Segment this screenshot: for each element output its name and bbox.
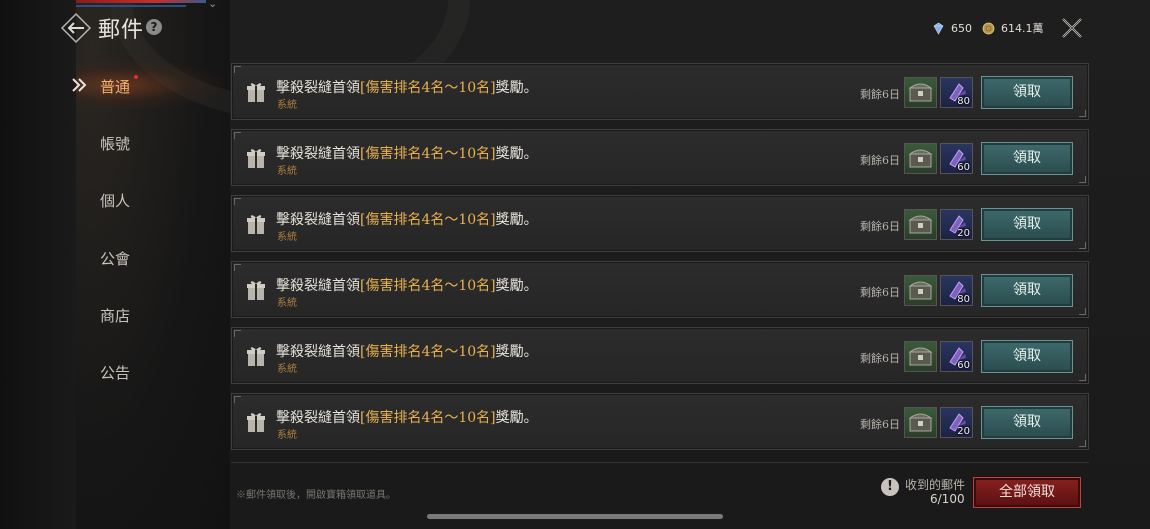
chevron-down-icon[interactable]: ⌄ bbox=[208, 0, 222, 10]
mail-title: 擊殺裂縫首領[傷害排名4名～10名]獎勵。 bbox=[276, 344, 538, 360]
mail-sender: 系統 bbox=[277, 364, 297, 375]
mail-remaining-time: 剩餘6日 bbox=[860, 220, 900, 233]
gift-icon bbox=[247, 149, 265, 168]
gift-icon bbox=[247, 83, 265, 102]
claim-all-button[interactable]: 全部領取 bbox=[973, 477, 1081, 508]
gift-icon bbox=[247, 215, 265, 234]
treasure-chest-icon[interactable] bbox=[904, 341, 937, 372]
crystal-icon[interactable]: 60 bbox=[940, 143, 973, 174]
received-mail-count: 6/100 bbox=[930, 492, 965, 506]
mail-item[interactable]: 擊殺裂縫首領[傷害排名4名～10名]獎勵。 系統 剩餘6日 80 領取 bbox=[231, 63, 1089, 120]
mail-item[interactable]: 擊殺裂縫首領[傷害排名4名～10名]獎勵。 系統 剩餘6日 60 領取 bbox=[231, 327, 1089, 384]
crystal-icon[interactable]: 20 bbox=[940, 407, 973, 438]
sidebar-item-label: 個人 bbox=[100, 192, 131, 210]
mail-item[interactable]: 擊殺裂縫首領[傷害排名4名～10名]獎勵。 系統 剩餘6日 20 領取 bbox=[231, 393, 1089, 450]
sidebar-item-label: 普通 bbox=[100, 78, 131, 96]
footer-note: ※郵件領取後，開啟寶箱領取道具。 bbox=[236, 490, 396, 501]
mp-bar bbox=[76, 5, 186, 7]
reward-quantity: 80 bbox=[957, 294, 970, 305]
page-title: 郵件 bbox=[98, 18, 145, 43]
reward-quantity: 80 bbox=[957, 96, 970, 107]
reward-quantity: 20 bbox=[957, 426, 970, 437]
sidebar-item-label: 公告 bbox=[100, 364, 131, 382]
sidebar-item-account[interactable]: 帳號 bbox=[76, 117, 226, 167]
claim-button[interactable]: 領取 bbox=[981, 274, 1073, 307]
diamond-currency: 650 bbox=[932, 20, 972, 36]
crystal-icon[interactable]: 80 bbox=[940, 77, 973, 108]
received-mail-label: 收到的郵件 bbox=[905, 478, 966, 492]
crystal-icon[interactable]: 60 bbox=[940, 341, 973, 372]
mail-remaining-time: 剩餘6日 bbox=[860, 154, 900, 167]
claim-button[interactable]: 領取 bbox=[981, 76, 1073, 109]
mail-title: 擊殺裂縫首領[傷害排名4名～10名]獎勵。 bbox=[276, 410, 538, 426]
gold-amount: 614.1萬 bbox=[1001, 22, 1044, 35]
hp-bar bbox=[76, 0, 206, 3]
sidebar-item-guild[interactable]: 公會 bbox=[76, 232, 226, 282]
close-icon[interactable] bbox=[1060, 16, 1084, 40]
sidebar-item-notice[interactable]: 公告 bbox=[76, 346, 226, 396]
mail-sender: 系統 bbox=[277, 232, 297, 243]
claim-button[interactable]: 領取 bbox=[981, 208, 1073, 241]
reward-quantity: 60 bbox=[957, 162, 970, 173]
divider bbox=[231, 462, 1089, 463]
back-arrow-icon[interactable] bbox=[60, 12, 92, 44]
mail-sender: 系統 bbox=[277, 430, 297, 441]
gift-icon bbox=[247, 347, 265, 366]
mail-sender: 系統 bbox=[277, 166, 297, 177]
sidebar-item-normal[interactable]: 普通 bbox=[72, 60, 226, 110]
gift-icon bbox=[247, 413, 265, 432]
treasure-chest-icon[interactable] bbox=[904, 275, 937, 306]
crystal-icon[interactable]: 80 bbox=[940, 275, 973, 306]
question-icon[interactable]: ? bbox=[146, 19, 162, 35]
mail-item[interactable]: 擊殺裂縫首領[傷害排名4名～10名]獎勵。 系統 剩餘6日 80 領取 bbox=[231, 261, 1089, 318]
treasure-chest-icon[interactable] bbox=[904, 143, 937, 174]
sidebar-item-shop[interactable]: 商店 bbox=[76, 289, 226, 339]
treasure-chest-icon[interactable] bbox=[904, 77, 937, 108]
crystal-icon[interactable]: 20 bbox=[940, 209, 973, 240]
treasure-chest-icon[interactable] bbox=[904, 407, 937, 438]
sidebar-item-label: 帳號 bbox=[100, 135, 131, 153]
mail-sender: 系統 bbox=[277, 100, 297, 111]
treasure-chest-icon[interactable] bbox=[904, 209, 937, 240]
diamond-icon bbox=[933, 22, 944, 35]
mail-sender: 系統 bbox=[277, 298, 297, 309]
claim-button[interactable]: 領取 bbox=[981, 340, 1073, 373]
reward-quantity: 60 bbox=[957, 360, 970, 371]
mail-title: 擊殺裂縫首領[傷害排名4名～10名]獎勵。 bbox=[276, 80, 538, 96]
mail-title: 擊殺裂縫首領[傷害排名4名～10名]獎勵。 bbox=[276, 212, 538, 228]
diamond-amount: 650 bbox=[951, 21, 972, 35]
mail-title: 擊殺裂縫首領[傷害排名4名～10名]獎勵。 bbox=[276, 278, 538, 294]
gold-currency: 614.1萬 bbox=[982, 20, 1044, 36]
sidebar-item-label: 公會 bbox=[100, 250, 131, 268]
mail-item[interactable]: 擊殺裂縫首領[傷害排名4名～10名]獎勵。 系統 剩餘6日 60 領取 bbox=[231, 129, 1089, 186]
claim-button[interactable]: 領取 bbox=[981, 142, 1073, 175]
gold-coin-icon bbox=[982, 22, 995, 34]
gift-icon bbox=[247, 281, 265, 300]
mail-remaining-time: 剩餘6日 bbox=[860, 286, 900, 299]
mail-remaining-time: 剩餘6日 bbox=[860, 418, 900, 431]
notification-dot bbox=[134, 75, 138, 79]
sidebar-item-label: 商店 bbox=[100, 307, 131, 325]
mail-remaining-time: 剩餘6日 bbox=[860, 352, 900, 365]
exclamation-icon: ! bbox=[881, 478, 899, 496]
sidebar-item-personal[interactable]: 個人 bbox=[76, 174, 226, 224]
home-indicator[interactable] bbox=[427, 514, 723, 519]
double-chevron-right-icon bbox=[72, 78, 87, 92]
claim-button[interactable]: 領取 bbox=[981, 406, 1073, 439]
reward-quantity: 20 bbox=[957, 228, 970, 239]
mail-title: 擊殺裂縫首領[傷害排名4名～10名]獎勵。 bbox=[276, 146, 538, 162]
mail-remaining-time: 剩餘6日 bbox=[860, 88, 900, 101]
mail-item[interactable]: 擊殺裂縫首領[傷害排名4名～10名]獎勵。 系統 剩餘6日 20 領取 bbox=[231, 195, 1089, 252]
